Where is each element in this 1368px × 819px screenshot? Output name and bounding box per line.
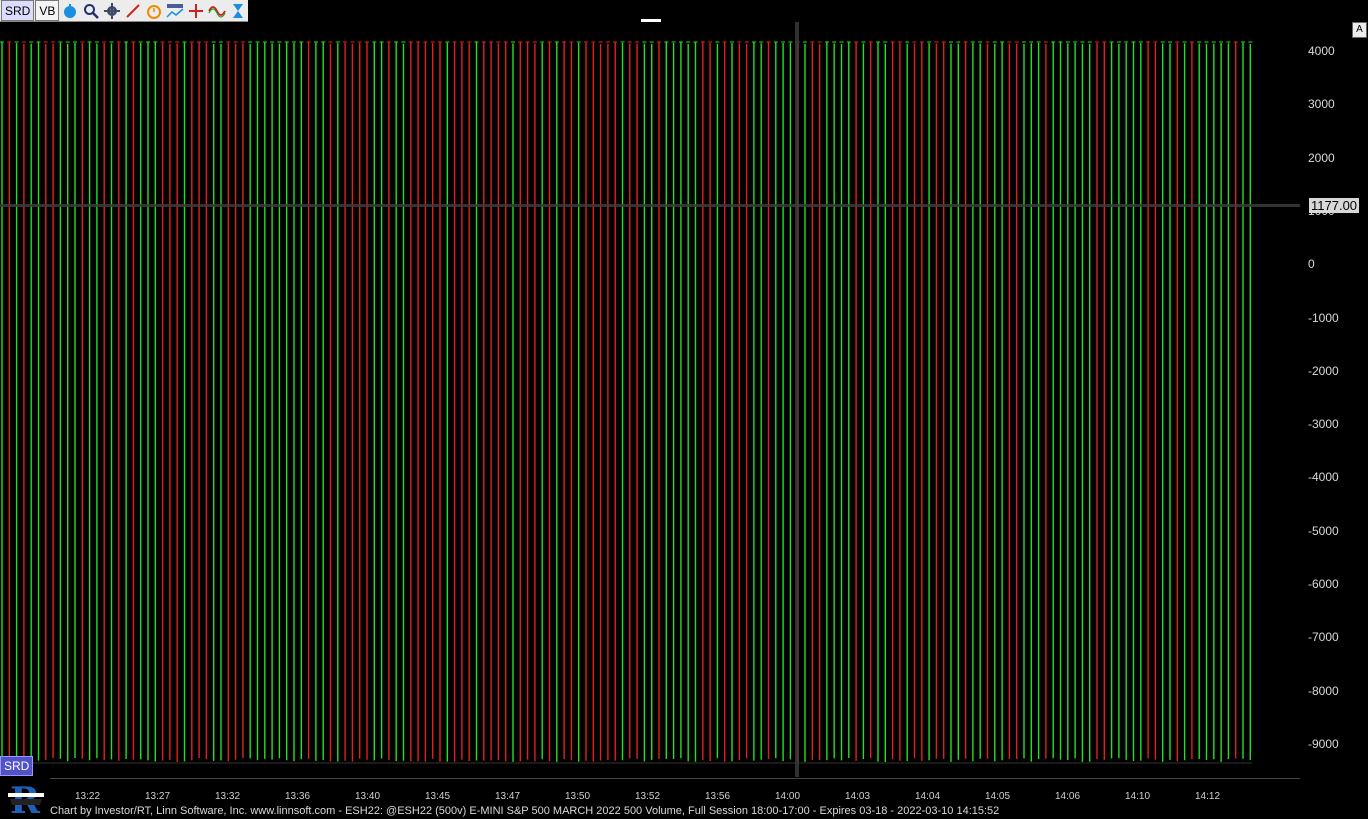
bars-canvas xyxy=(0,41,1253,764)
title-icon[interactable] xyxy=(165,1,185,20)
line-draw-icon[interactable] xyxy=(123,1,143,20)
x-tick-label: 14:03 xyxy=(845,791,871,802)
y-tick-label: -1000 xyxy=(1308,310,1339,325)
y-tick-label: 2000 xyxy=(1308,150,1335,165)
x-tick-label: 13:27 xyxy=(145,791,171,802)
timer-icon[interactable] xyxy=(60,1,80,20)
autoscale-button[interactable]: A xyxy=(1352,22,1367,38)
x-axis[interactable]: 13:22 13:27 13:32 13:36 13:40 13:45 13:47 13:50… xyxy=(50,778,1300,802)
alarm-icon[interactable] xyxy=(144,1,164,20)
srd-panel-label[interactable]: SRD xyxy=(0,756,34,776)
x-tick-label: 14:00 xyxy=(775,791,801,802)
y-tick-label: -6000 xyxy=(1308,577,1339,591)
x-tick-label: 14:12 xyxy=(1195,791,1221,802)
x-tick-label: 13:56 xyxy=(705,791,731,802)
y-tick-label: -5000 xyxy=(1308,523,1339,538)
y-tick-label: -7000 xyxy=(1308,630,1339,645)
crosshair-horizontal-line xyxy=(0,204,1300,207)
x-tick-label: 13:36 xyxy=(285,791,311,802)
x-tick-label: 13:32 xyxy=(215,791,241,802)
y-tick-label: 0 xyxy=(1308,257,1315,272)
x-tick-label: 13:45 xyxy=(425,791,451,802)
investor-rt-logo-icon: R xyxy=(6,780,46,819)
y-tick-label: -4000 xyxy=(1308,470,1339,485)
y-tick-label: 3000 xyxy=(1308,97,1335,112)
y-tick-label: 4000 xyxy=(1308,44,1335,58)
x-tick-label: 14:06 xyxy=(1055,791,1081,802)
x-tick-label: 14:05 xyxy=(985,791,1011,802)
x-tick-label: 14:04 xyxy=(915,791,941,802)
x-tick-label: 13:50 xyxy=(565,791,591,802)
y-tick-label: -8000 xyxy=(1308,683,1339,698)
x-tick-label: 13:52 xyxy=(635,791,661,802)
y-tick-label: -2000 xyxy=(1308,363,1339,378)
y-axis[interactable]: 40003000200010000-1000-2000-3000-4000-50… xyxy=(1300,22,1368,777)
crosshair-vertical-line xyxy=(795,22,799,777)
hourglass-icon[interactable] xyxy=(228,1,248,20)
crosshair-icon[interactable] xyxy=(186,1,206,20)
y-tick-label: -9000 xyxy=(1308,736,1339,751)
x-tick-label: 13:47 xyxy=(495,791,521,802)
x-tick-label: 13:22 xyxy=(75,791,101,802)
chart-footer: Chart by Investor/RT, Linn Software, Inc… xyxy=(50,805,1000,817)
toolbar: SRD VB xyxy=(0,0,248,22)
y-tick-label: -3000 xyxy=(1308,417,1339,432)
vb-button[interactable]: VB xyxy=(35,0,60,21)
volume-chart[interactable] xyxy=(0,22,1300,777)
gear-icon[interactable] xyxy=(102,1,122,20)
zoom-icon[interactable] xyxy=(81,1,101,20)
x-tick-label: 13:40 xyxy=(355,791,381,802)
x-tick-label: 14:10 xyxy=(1125,791,1151,802)
wave-icon[interactable] xyxy=(207,1,227,20)
srd-button[interactable]: SRD xyxy=(1,0,35,21)
crosshair-price-tag: 1177.00 xyxy=(1309,198,1360,213)
